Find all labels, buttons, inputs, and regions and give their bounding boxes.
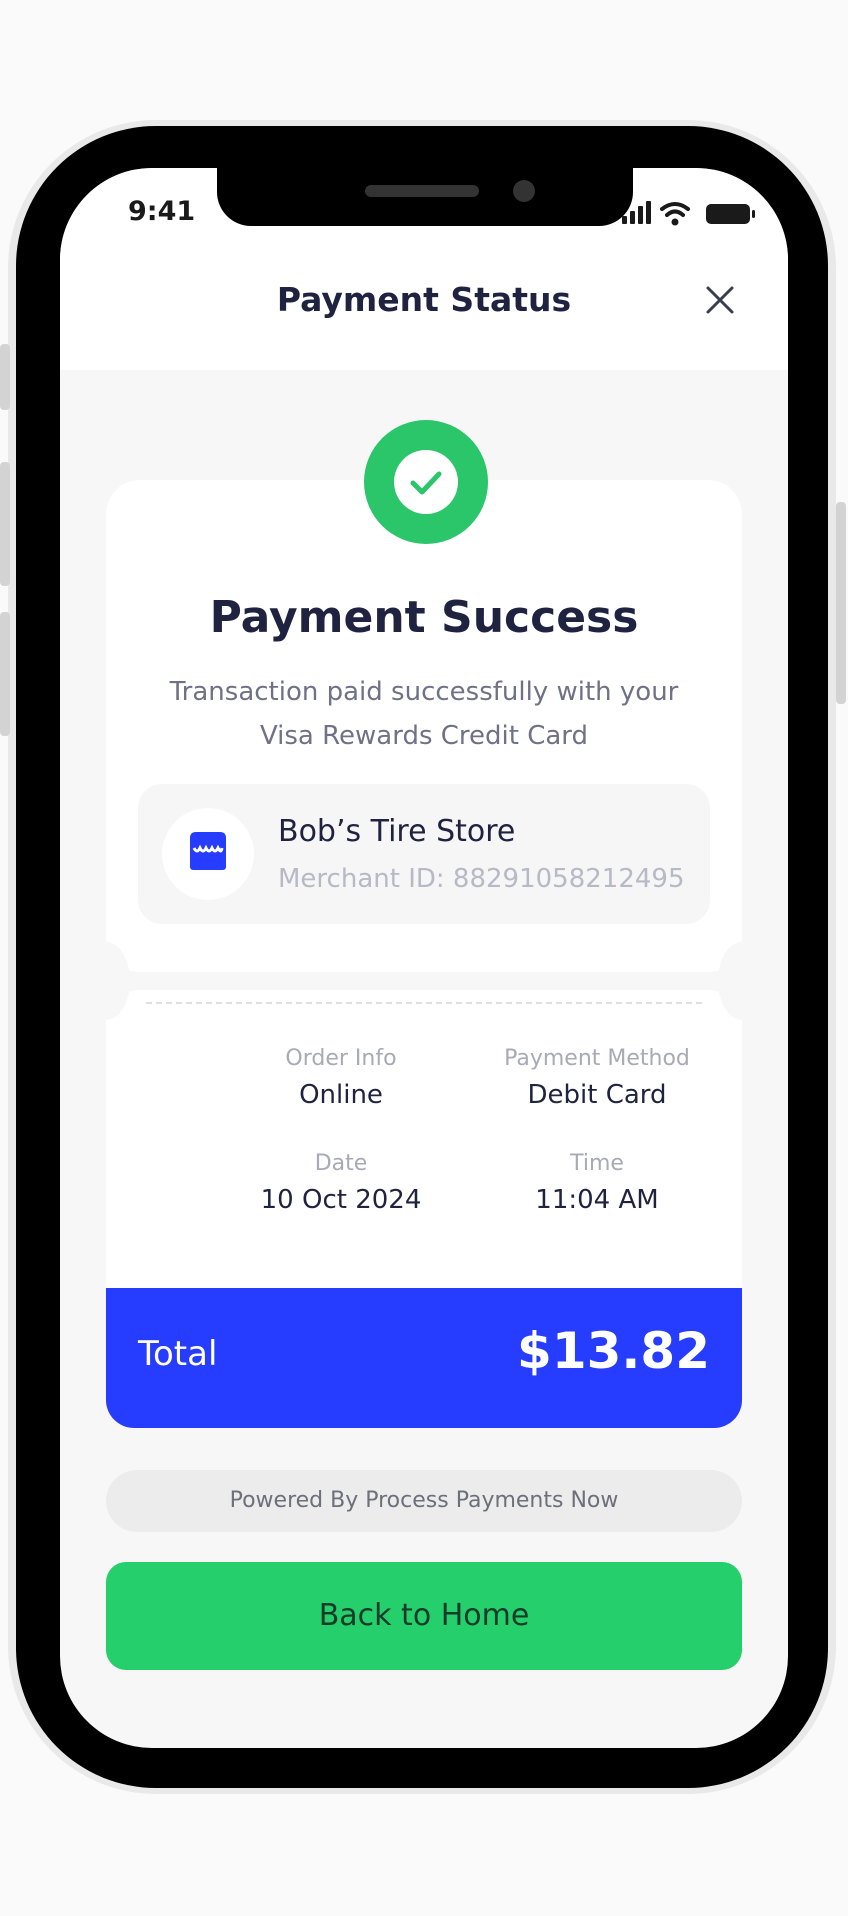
powered-by-badge: Powered By Process Payments Now — [106, 1470, 742, 1532]
time-label: Time — [570, 1151, 624, 1176]
ticket-notch-right — [718, 942, 766, 1020]
back-to-home-button[interactable]: Back to Home — [106, 1562, 742, 1670]
merchant-card: Bob’s Tire Store Merchant ID: 8829105821… — [138, 784, 710, 924]
page-title: Payment Status — [276, 280, 572, 319]
ticket-notch-left — [82, 942, 130, 1020]
merchant-avatar — [162, 808, 254, 900]
payment-method-value: Debit Card — [527, 1080, 667, 1110]
order-info-value: Online — [299, 1080, 383, 1110]
total-label: Total — [138, 1334, 218, 1374]
order-info-label: Order Info — [285, 1046, 397, 1071]
time-value: 11:04 AM — [535, 1185, 659, 1215]
phone-notch — [217, 168, 633, 226]
check-icon — [410, 471, 442, 495]
success-badge — [364, 420, 488, 544]
store-icon — [190, 832, 226, 870]
total-amount: $13.82 — [517, 1322, 710, 1380]
merchant-name: Bob’s Tire Store — [278, 814, 516, 849]
date-value: 10 Oct 2024 — [260, 1185, 422, 1215]
speaker-grille — [365, 185, 479, 197]
status-bar-icons — [622, 198, 762, 232]
power-button — [836, 502, 846, 704]
front-camera — [513, 180, 535, 202]
wifi-icon — [660, 202, 690, 226]
phone-screen: 9:41 Payment Status Payment Success Tran… — [60, 168, 788, 1748]
merchant-id: Merchant ID: 88291058212495 — [278, 864, 685, 894]
volume-down-button — [0, 612, 10, 736]
payment-method-label: Payment Method — [504, 1046, 690, 1071]
total-bar: Total $13.82 — [106, 1288, 742, 1428]
success-title: Payment Success — [209, 592, 639, 643]
close-icon — [706, 286, 734, 314]
ticket-divider — [146, 1002, 702, 1004]
mute-switch — [0, 344, 10, 410]
date-label: Date — [314, 1151, 368, 1176]
volume-up-button — [0, 462, 10, 586]
success-description: Transaction paid successfully with your … — [169, 677, 679, 751]
battery-icon — [706, 204, 755, 224]
status-bar-time: 9:41 — [128, 196, 196, 227]
close-button[interactable] — [700, 280, 740, 320]
